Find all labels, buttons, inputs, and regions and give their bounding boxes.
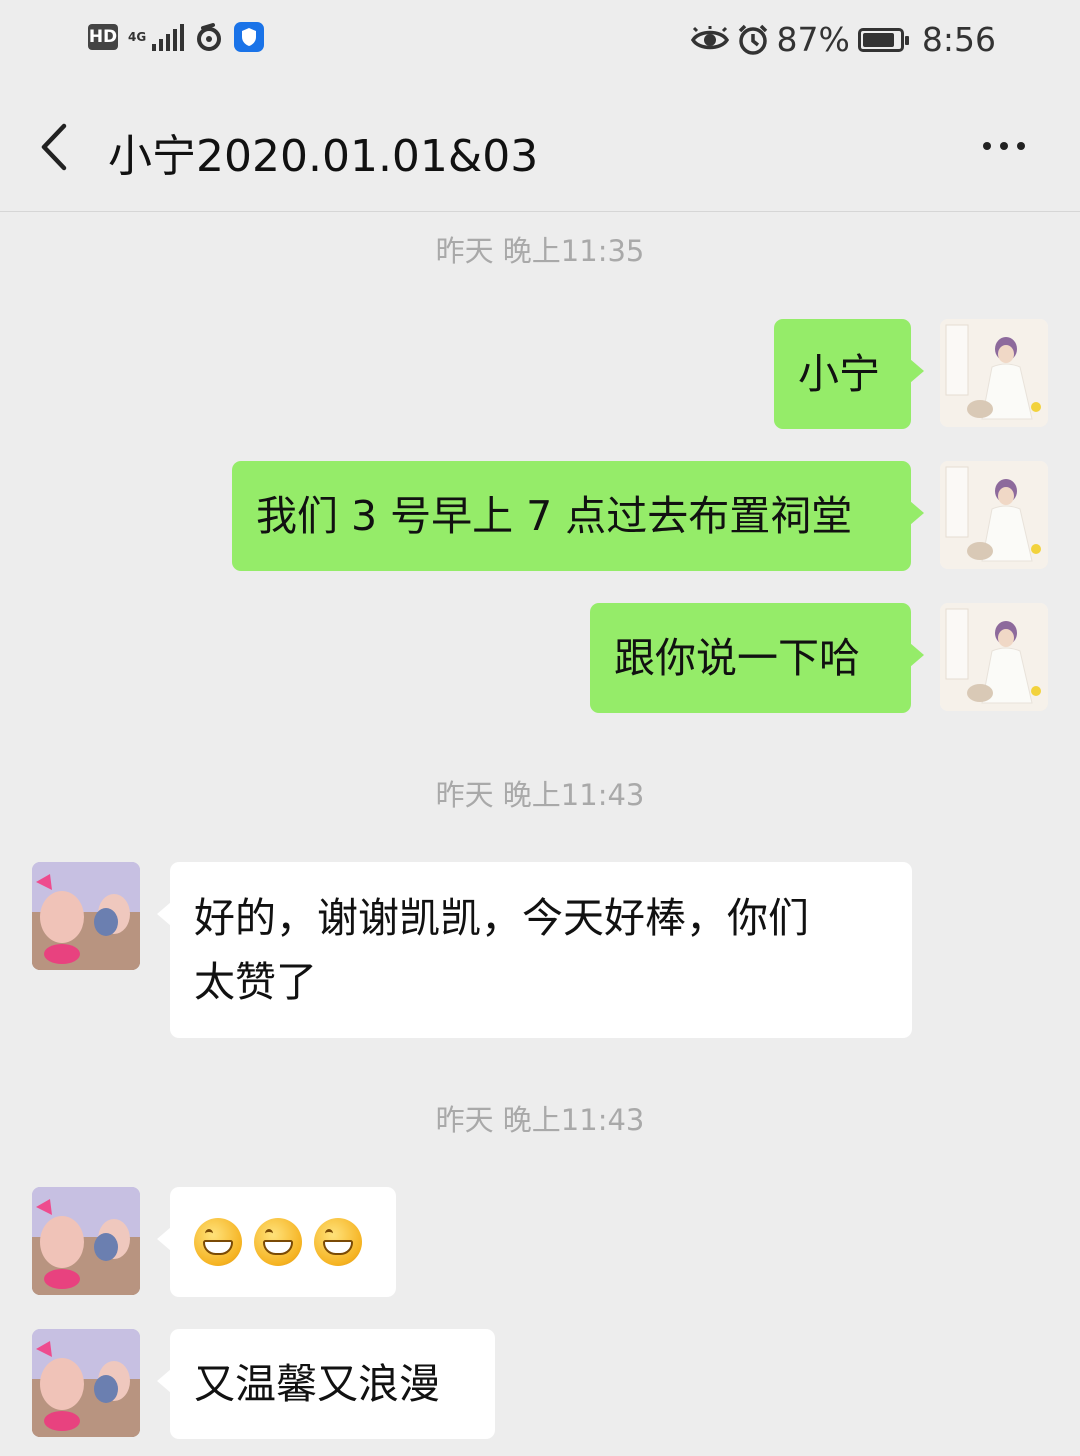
grin-emoji-icon <box>254 1218 302 1266</box>
message-bubble-incoming[interactable] <box>157 1187 396 1297</box>
chevron-left-icon <box>41 123 67 171</box>
timestamp: 昨天 晚上11:35 <box>435 234 645 268</box>
back-button[interactable] <box>28 112 84 182</box>
battery-percent: 87% <box>776 20 850 59</box>
grin-emoji-icon <box>314 1218 362 1266</box>
more-dots-icon <box>983 142 991 150</box>
eye-icon <box>690 25 729 49</box>
contact-avatar[interactable] <box>32 1329 140 1437</box>
security-shield-icon <box>234 22 265 52</box>
message-text: 跟你说一下哈 <box>614 634 860 682</box>
more-button[interactable] <box>974 126 1034 166</box>
contact-avatar[interactable] <box>32 862 140 970</box>
network-type: 4G <box>128 30 147 44</box>
battery-icon <box>857 27 909 52</box>
avatar-image <box>940 603 1048 711</box>
message-text-line: 太赞了 <box>194 958 317 1006</box>
message-bubble-outgoing[interactable]: 我们 3 号早上 7 点过去布置祠堂 <box>232 461 924 571</box>
avatar-image <box>32 862 140 970</box>
message-bubble-incoming[interactable]: 又温馨又浪漫 <box>157 1329 495 1439</box>
sync-icon <box>197 23 222 51</box>
avatar-image <box>940 461 1048 569</box>
signal-icon <box>152 23 185 51</box>
message-text-line: 好的，谢谢凯凯，今天好棒，你们 <box>194 894 809 942</box>
message-bubble-incoming[interactable]: 好的，谢谢凯凯，今天好棒，你们 太赞了 <box>157 862 912 1038</box>
avatar-image <box>32 1329 140 1437</box>
status-right: 87% 8:56 <box>690 20 996 59</box>
chat-title: 小宁2020.01.01&03 <box>108 131 539 182</box>
message-text: 又温馨又浪漫 <box>194 1360 440 1408</box>
emoji-row <box>194 1187 372 1297</box>
my-avatar[interactable] <box>940 319 1048 427</box>
message-bubble-outgoing[interactable]: 跟你说一下哈 <box>590 603 924 713</box>
alarm-icon <box>738 24 767 55</box>
grin-emoji-icon <box>194 1218 242 1266</box>
avatar-image <box>940 319 1048 427</box>
message-text: 我们 3 号早上 7 点过去布置祠堂 <box>256 492 853 540</box>
avatar-image <box>32 1187 140 1295</box>
clock: 8:56 <box>921 20 996 59</box>
timestamp: 昨天 晚上11:43 <box>435 1103 645 1137</box>
my-avatar[interactable] <box>940 603 1048 711</box>
status-left: HD 4G <box>88 22 265 52</box>
status-bar: HD 4G 87% 8:56 <box>0 0 1080 84</box>
message-text: 小宁 <box>798 350 880 398</box>
my-avatar[interactable] <box>940 461 1048 569</box>
battery-fill <box>862 32 894 47</box>
contact-avatar[interactable] <box>32 1187 140 1295</box>
message-bubble-outgoing[interactable]: 小宁 <box>774 319 924 429</box>
hd-badge: HD <box>88 24 118 50</box>
chat-header: 小宁2020.01.01&03 <box>0 84 1080 212</box>
timestamp: 昨天 晚上11:43 <box>435 778 645 812</box>
